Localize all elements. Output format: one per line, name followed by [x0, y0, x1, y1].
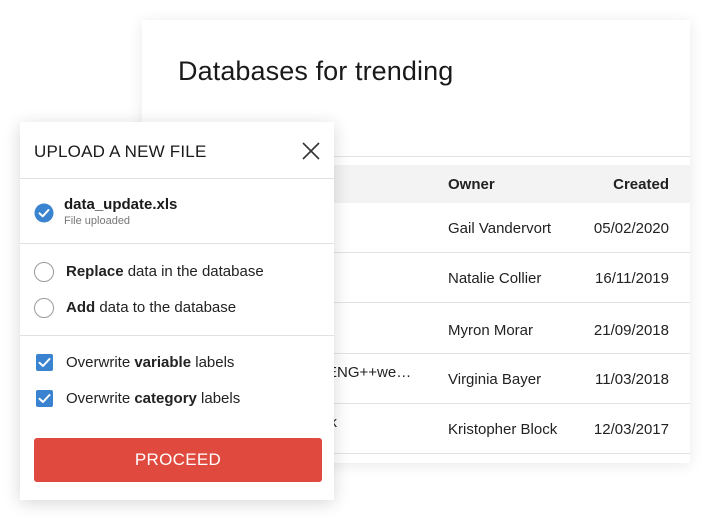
checkbox-label: Overwrite variable labels — [66, 354, 234, 371]
cell-created: 05/02/2020 — [593, 220, 669, 237]
cell-created: 12/03/2017 — [593, 421, 669, 438]
radio-label-rest: data in the database — [123, 263, 264, 280]
file-status: File uploaded — [64, 215, 131, 227]
cell-created: 16/11/2019 — [595, 270, 669, 287]
modal-header: UPLOAD A NEW FILE — [20, 122, 334, 179]
radio-button[interactable] — [34, 262, 54, 282]
proceed-button[interactable]: PROCEED — [34, 438, 322, 482]
checkbox-label-prefix: Overwrite — [66, 390, 135, 407]
modal-title: UPLOAD A NEW FILE — [34, 142, 207, 161]
check-circle-icon — [34, 203, 54, 223]
cell-owner: Myron Morar — [448, 322, 534, 339]
radio-label: Add data to the database — [66, 299, 236, 316]
file-name: data_update.xls — [64, 196, 178, 213]
upload-file-modal: UPLOAD A NEW FILE data_update.xls File u… — [20, 122, 334, 500]
radio-label-bold: Add — [66, 299, 96, 316]
checkbox-label: Overwrite category labels — [66, 390, 240, 407]
import-mode-options: Replace data in the database Add data to… — [20, 244, 334, 336]
cell-name: -ENG++we… — [322, 364, 412, 381]
checkbox[interactable] — [36, 390, 53, 407]
checkbox-label-suffix: labels — [191, 354, 235, 371]
page-title: Databases for trending — [178, 56, 454, 86]
column-header-owner[interactable]: Owner — [448, 176, 495, 193]
radio-label-bold: Replace — [66, 263, 124, 280]
checkbox-label-bold: variable — [134, 354, 192, 371]
checkbox-label-prefix: Overwrite — [66, 354, 135, 371]
close-icon[interactable] — [300, 140, 322, 162]
cell-created: 11/03/2018 — [595, 371, 669, 388]
uploaded-file-info: data_update.xls File uploaded — [20, 179, 334, 244]
checkbox[interactable] — [36, 354, 53, 371]
checkbox-label-bold: category — [134, 390, 197, 407]
radio-label-rest: data to the database — [95, 299, 237, 316]
cell-created: 21/09/2018 — [593, 322, 669, 339]
overwrite-options: Overwrite variable labels Overwrite cate… — [20, 336, 334, 426]
radio-label: Replace data in the database — [66, 263, 264, 280]
cell-owner: Kristopher Block — [448, 421, 558, 438]
cell-owner: Gail Vandervort — [448, 220, 552, 237]
cell-owner: Virginia Bayer — [448, 371, 542, 388]
radio-button[interactable] — [34, 298, 54, 318]
cell-owner: Natalie Collier — [448, 270, 542, 287]
column-header-created[interactable]: Created — [613, 176, 669, 193]
checkbox-label-suffix: labels — [196, 390, 241, 407]
